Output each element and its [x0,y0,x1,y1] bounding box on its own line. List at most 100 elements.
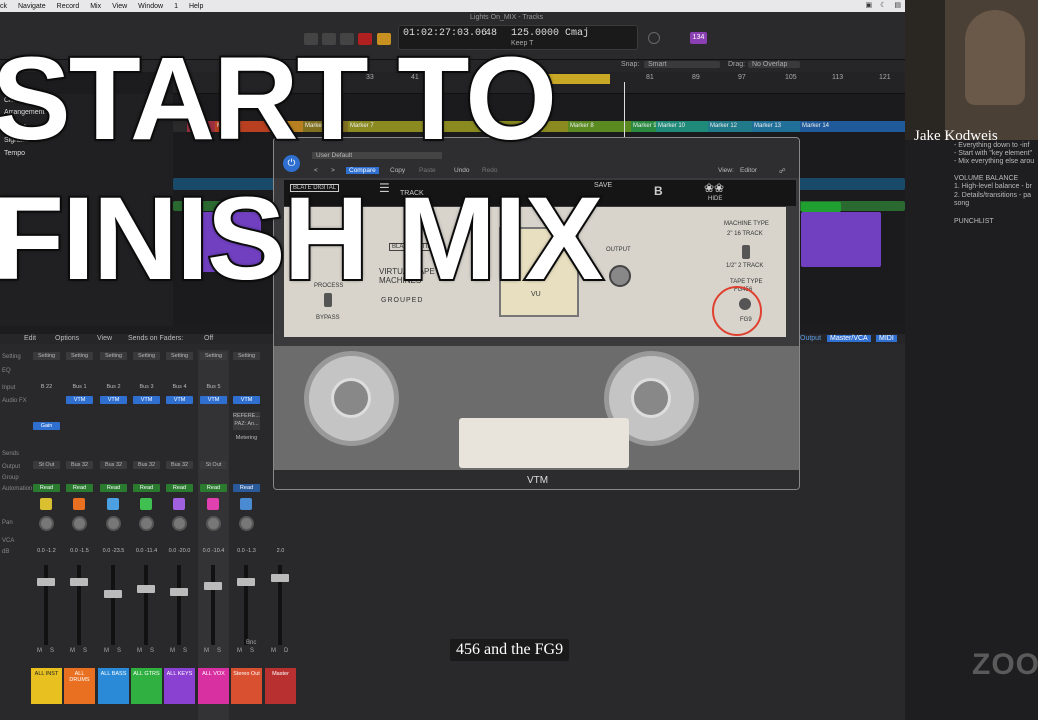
strip-gain[interactable]: Gain [33,422,60,430]
pan-knob[interactable] [72,516,87,531]
view-select[interactable]: Editor [740,167,757,174]
control-center-icon[interactable]: ▤ [894,1,901,9]
strip-input[interactable]: Bus 3 [133,383,160,391]
volume-fader[interactable] [170,588,188,596]
strip-name[interactable]: ALL VOX [198,668,229,704]
menu-item[interactable]: ck [0,3,7,10]
sends-on-faders-select[interactable]: Off [204,335,213,342]
strip-setting[interactable]: Setting [66,352,93,360]
strip-fx-vtm[interactable]: VTM [166,396,193,404]
menu-record[interactable]: Record [57,3,80,10]
strip-name[interactable]: ALL INST [31,668,62,704]
strip-setting[interactable]: Setting [166,352,193,360]
pan-knob[interactable] [239,516,254,531]
strip-automation[interactable]: Read [33,484,60,492]
strip-automation[interactable]: Read [66,484,93,492]
volume-fader[interactable] [104,590,122,598]
strip-setting[interactable]: Setting [100,352,127,360]
strip-output[interactable]: Bus 32 [100,461,127,469]
track-region[interactable] [801,212,881,267]
strip-automation[interactable]: Read [200,484,227,492]
solo-button[interactable]: S [50,648,54,654]
pan-knob[interactable] [206,516,221,531]
mixer-options-menu[interactable]: Options [55,335,79,342]
mixer-filter-midi[interactable]: MIDI [876,335,897,342]
volume-fader[interactable] [70,578,88,586]
strip-fx-vtm[interactable]: VTM [200,396,227,404]
mute-button[interactable]: M [70,648,75,654]
strip-input[interactable]: Bus 4 [166,383,193,391]
link-icon[interactable]: ☍ [779,167,786,175]
output-knob[interactable] [609,265,631,287]
camera-icon[interactable]: ▣ [865,1,872,9]
strip-fx-vtm[interactable]: VTM [100,396,127,404]
strip-fx-vtm[interactable]: VTM [133,396,160,404]
strip-name[interactable]: Stereo Out [231,668,262,704]
menu-help[interactable]: Help [189,3,203,10]
strip-name[interactable]: ALL GTRS [131,668,162,704]
moon-icon[interactable]: ☾ [880,1,886,9]
dim-button[interactable]: D [284,648,288,654]
strip-name[interactable]: ALL BASS [98,668,129,704]
mute-button[interactable]: M [271,648,276,654]
strip-setting[interactable]: Setting [233,352,260,360]
machine-type-switch[interactable] [742,245,750,259]
strip-input[interactable]: Bus 5 [200,383,227,391]
strip-output[interactable]: Bus 32 [133,461,160,469]
ab-toggle[interactable]: B [654,184,663,198]
volume-fader[interactable] [204,582,222,590]
strip-setting[interactable]: Setting [200,352,227,360]
solo-button[interactable]: S [83,648,87,654]
volume-fader[interactable] [37,578,55,586]
strip-name[interactable]: Master [265,668,296,704]
strip-name[interactable]: ALL DRUMS [64,668,95,704]
hide-button[interactable]: HIDE [708,196,722,202]
solo-button[interactable]: S [250,648,254,654]
pan-knob[interactable] [106,516,121,531]
volume-fader[interactable] [271,574,289,582]
marker[interactable]: Marker 10 [656,121,708,132]
menu-view[interactable]: View [112,3,127,10]
solo-button[interactable]: S [217,648,221,654]
strip-fx-reference[interactable]: REFERE... PAZ: An... [233,412,260,430]
strip-setting[interactable]: Setting [33,352,60,360]
strip-input[interactable]: Bus 2 [100,383,127,391]
strip-output[interactable]: Bus 32 [66,461,93,469]
marker[interactable]: Marker 14 [800,121,905,132]
snap-select[interactable]: Smart [644,61,720,68]
mute-button[interactable]: M [137,648,142,654]
menu-1[interactable]: 1 [174,3,178,10]
solo-button[interactable]: S [150,648,154,654]
menu-mix[interactable]: Mix [90,3,101,10]
strip-fx-vtm[interactable]: VTM [66,396,93,404]
pan-knob[interactable] [172,516,187,531]
strip-output[interactable]: St Out [33,461,60,469]
mixer-filter-master[interactable]: Master/VCA [827,335,871,342]
strip-input[interactable]: Bus 1 [66,383,93,391]
strip-automation[interactable]: Read [166,484,193,492]
mixer-edit-menu[interactable]: Edit [24,335,36,342]
strip-name[interactable]: ALL KEYS [164,668,195,704]
mute-button[interactable]: M [37,648,42,654]
strip-output[interactable]: St Out [200,461,227,469]
track-region[interactable] [801,202,841,212]
mute-button[interactable]: M [104,648,109,654]
drag-select[interactable]: No Overlap [748,61,800,68]
volume-fader[interactable] [237,578,255,586]
pan-knob[interactable] [39,516,54,531]
strip-automation[interactable]: Read [100,484,127,492]
marker[interactable]: Marker 9 [631,121,656,132]
mute-button[interactable]: M [237,648,242,654]
mixer-view-menu[interactable]: View [97,335,112,342]
mute-button[interactable]: M [170,648,175,654]
strip-input[interactable]: B 22 [33,383,60,391]
count-in-badge[interactable]: 134 [690,32,707,44]
solo-button[interactable]: S [183,648,187,654]
marker[interactable]: Marker 12 [708,121,752,132]
bounce-button[interactable]: Bnc [246,640,256,646]
volume-fader[interactable] [137,585,155,593]
marker[interactable]: Marker 13 [752,121,800,132]
strip-automation[interactable]: Read [233,484,260,492]
mixer-filter-output[interactable]: Output [800,335,821,342]
metronome-icon[interactable] [648,32,660,44]
